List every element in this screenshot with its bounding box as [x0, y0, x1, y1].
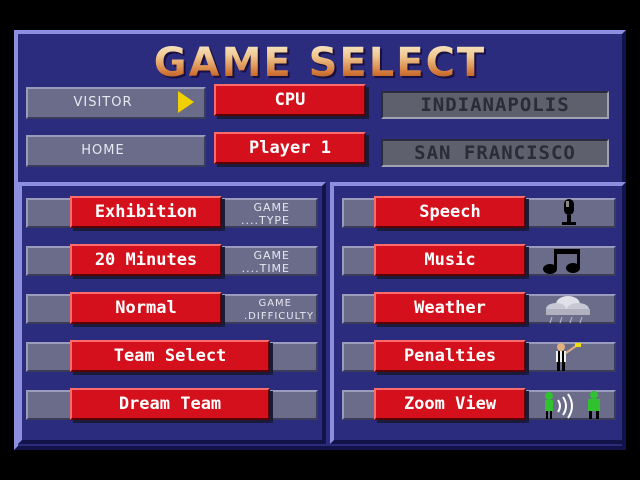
cloud-rain-icon — [542, 294, 592, 324]
zoom-view-button[interactable]: Zoom View — [374, 388, 526, 420]
page-title: GAME SELECT — [0, 40, 640, 86]
music-note-icon — [542, 246, 584, 276]
weather-button[interactable]: Weather — [374, 292, 526, 324]
speech-button[interactable]: Speech — [374, 196, 526, 228]
game-time-label-line2: ....TIME — [241, 262, 290, 275]
visitor-team-field[interactable]: INDIANAPOLIS — [381, 91, 609, 119]
home-label: HOME — [81, 143, 125, 158]
home-bar: HOME — [26, 135, 206, 167]
game-difficulty-label-line2: .DIFFICULTY — [244, 311, 314, 322]
home-team-field[interactable]: SAN FRANCISCO — [381, 139, 609, 167]
game-difficulty-button[interactable]: Normal — [70, 292, 222, 324]
dream-team-button[interactable]: Dream Team — [70, 388, 270, 420]
penalties-button[interactable]: Penalties — [374, 340, 526, 372]
game-difficulty-label: GAME .DIFFICULTY — [222, 297, 314, 323]
game-type-button[interactable]: Exhibition — [70, 196, 222, 228]
music-button[interactable]: Music — [374, 244, 526, 276]
game-time-label: GAME ....TIME — [222, 249, 290, 275]
game-type-label: GAME ....TYPE — [222, 201, 290, 227]
team-select-button[interactable]: Team Select — [70, 340, 270, 372]
zoom-view-icon — [542, 390, 608, 420]
game-type-label-line2: ....TYPE — [240, 214, 290, 227]
home-controller-button[interactable]: Player 1 — [214, 132, 366, 164]
visitor-label: VISITOR — [73, 95, 133, 110]
game-difficulty-label-line1: GAME — [258, 298, 292, 309]
microphone-icon — [556, 198, 582, 228]
referee-icon — [550, 342, 590, 372]
game-time-label-line1: GAME — [253, 249, 290, 262]
game-type-label-line1: GAME — [253, 201, 290, 214]
game-time-button[interactable]: 20 Minutes — [70, 244, 222, 276]
selection-arrow-icon — [178, 91, 194, 113]
visitor-controller-button[interactable]: CPU — [214, 84, 366, 116]
